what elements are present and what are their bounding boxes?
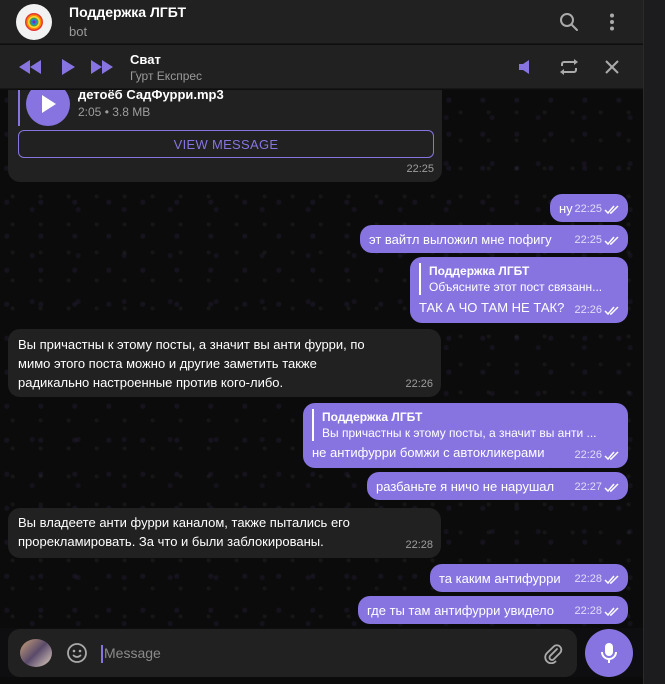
- message-time: 22:26: [405, 378, 433, 390]
- message-text: эт вайтл выложил мне пофигу: [369, 232, 552, 247]
- microphone-icon: [601, 643, 617, 663]
- message-out[interactable]: Поддержка ЛГБТ Вы причастны к этому пост…: [303, 403, 628, 468]
- read-checks-icon: [604, 607, 619, 617]
- message-time: 22:28: [574, 605, 602, 617]
- message-out[interactable]: ну 22:25: [550, 194, 628, 222]
- message-list[interactable]: детоёб СадФурри.mp3 2:05 • 3.8 MB VIEW M…: [0, 90, 643, 628]
- message-text: ТАК А ЧО ТАМ НЕ ТАК?: [419, 300, 565, 315]
- audio-play-button[interactable]: [26, 90, 70, 126]
- message-text: Вы причастны к этому посты, а значит вы …: [18, 335, 365, 392]
- read-checks-icon: [604, 236, 619, 246]
- rainbow-logo-icon: [25, 12, 43, 31]
- message-out[interactable]: Поддержка ЛГБТ Объясните этот пост связа…: [410, 257, 628, 323]
- message-out[interactable]: та каким антифурри 22:28: [430, 564, 628, 592]
- close-player-icon[interactable]: [600, 55, 624, 79]
- chat-subtitle: bot: [69, 23, 88, 39]
- message-line: Вы причастны к этому посты, а значит вы …: [18, 337, 365, 352]
- reply-preview[interactable]: Поддержка ЛГБТ Объясните этот пост связа…: [419, 263, 619, 295]
- reply-author: Поддержка ЛГБТ: [322, 410, 423, 424]
- message-text: не антифурри бомжи с автокликерами: [312, 445, 545, 460]
- message-text: та каким антифурри: [439, 571, 561, 586]
- bottom-edge: [0, 677, 643, 684]
- next-track-icon[interactable]: [90, 55, 114, 79]
- reply-preview[interactable]: Поддержка ЛГБТ Вы причастны к этому пост…: [312, 409, 618, 441]
- search-icon[interactable]: [555, 8, 583, 36]
- voice-record-button[interactable]: [585, 629, 633, 677]
- message-text: где ты там антифурри увидело: [367, 603, 554, 618]
- chat-avatar[interactable]: [16, 3, 52, 40]
- play-icon: [42, 95, 56, 113]
- message-out[interactable]: где ты там антифурри увидело 22:28: [358, 596, 628, 624]
- message-line: прорекламировать. За что и были заблокир…: [18, 534, 324, 549]
- read-checks-icon: [604, 306, 619, 316]
- sticker-avatar-icon[interactable]: [20, 639, 52, 667]
- attach-icon[interactable]: [542, 642, 564, 665]
- text-cursor: [101, 645, 103, 663]
- read-checks-icon: [604, 575, 619, 585]
- message-in[interactable]: Вы причастны к этому посты, а значит вы …: [8, 329, 441, 397]
- message-time: 22:25: [574, 234, 602, 246]
- chat-title: Поддержка ЛГБТ: [69, 3, 186, 20]
- message-in[interactable]: Вы владеете анти фурри каналом, также пы…: [8, 508, 441, 558]
- reply-author: Поддержка ЛГБТ: [429, 264, 530, 278]
- message-time: 22:25: [406, 163, 434, 175]
- message-time: 22:26: [574, 449, 602, 461]
- audio-message-bubble[interactable]: детоёб СадФурри.mp3 2:05 • 3.8 MB VIEW M…: [8, 90, 442, 182]
- message-out[interactable]: разбаньте я ничо не нарушал 22:27: [367, 472, 628, 500]
- view-message-button[interactable]: VIEW MESSAGE: [18, 130, 434, 158]
- audio-player-bar: Сват Гурт Експрес: [0, 45, 643, 89]
- message-composer: Message: [8, 629, 577, 677]
- message-line: мимо этого поста можно и другие заметить…: [18, 356, 317, 371]
- audio-file-name: детоёб СадФурри.mp3: [78, 90, 224, 102]
- message-out[interactable]: эт вайтл выложил мне пофигу 22:25: [360, 225, 628, 253]
- repeat-icon[interactable]: [557, 55, 581, 79]
- track-title: Сват: [130, 52, 161, 67]
- message-line: Вы владеете анти фурри каналом, также пы…: [18, 515, 350, 530]
- audio-file-meta: 2:05 • 3.8 MB: [78, 105, 151, 119]
- read-checks-icon: [604, 451, 619, 461]
- message-time: 22:25: [574, 203, 602, 215]
- track-artist: Гурт Експрес: [130, 69, 203, 83]
- chat-header[interactable]: Поддержка ЛГБТ bot: [0, 0, 643, 44]
- message-time: 22:27: [574, 481, 602, 493]
- read-checks-icon: [604, 483, 619, 493]
- more-vertical-icon[interactable]: [598, 8, 626, 36]
- window-edge: [643, 0, 665, 684]
- reply-text: Объясните этот пост связанн...: [429, 280, 603, 294]
- message-line: радикально настроенные против кого-либо.: [18, 375, 284, 390]
- volume-icon[interactable]: [514, 55, 538, 79]
- message-text: разбаньте я ничо не нарушал: [376, 479, 555, 494]
- emoji-icon[interactable]: [66, 642, 88, 664]
- reply-bar: [18, 90, 20, 126]
- reply-text: Вы причастны к этому посты, а значит вы …: [322, 426, 597, 440]
- message-time: 22:28: [405, 539, 433, 551]
- message-text: Вы владеете анти фурри каналом, также пы…: [18, 513, 350, 551]
- previous-track-icon[interactable]: [18, 55, 42, 79]
- play-icon[interactable]: [56, 55, 80, 79]
- message-time: 22:28: [574, 573, 602, 585]
- message-input[interactable]: Message: [104, 645, 161, 661]
- read-checks-icon: [604, 205, 619, 215]
- message-text: ну: [559, 201, 573, 216]
- message-time: 22:26: [574, 304, 602, 316]
